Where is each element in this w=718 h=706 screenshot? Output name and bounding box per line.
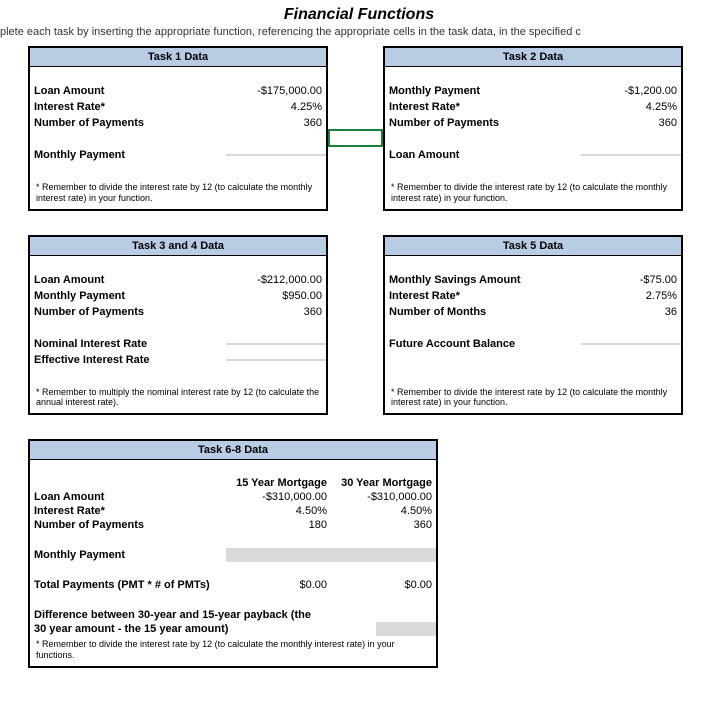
task34-loan-label: Loan Amount xyxy=(30,273,226,287)
row-pair-1: Task 1 Data Loan Amount -$175,000.00 Int… xyxy=(28,46,718,211)
task2-numpay-label: Number of Payments xyxy=(385,116,581,130)
task1-result-label: Monthly Payment xyxy=(30,148,226,162)
task1-box: Task 1 Data Loan Amount -$175,000.00 Int… xyxy=(28,46,328,211)
task68-totalpay-c1[interactable]: $0.00 xyxy=(226,578,331,592)
task68-loan-label: Loan Amount xyxy=(30,490,226,504)
task2-header: Task 2 Data xyxy=(385,48,681,67)
task5-interest-label: Interest Rate* xyxy=(385,289,581,303)
task34-header: Task 3 and 4 Data xyxy=(30,237,326,256)
task1-footnote: * Remember to divide the interest rate b… xyxy=(30,179,326,209)
task34-footnote: * Remember to multiply the nominal inter… xyxy=(30,384,326,414)
task34-numpay-value[interactable]: 360 xyxy=(226,305,326,319)
task68-box: Task 6-8 Data 15 Year Mortgage 30 Year M… xyxy=(28,439,438,668)
task1-numpay-value[interactable]: 360 xyxy=(226,116,326,130)
task2-footnote: * Remember to divide the interest rate b… xyxy=(385,179,681,209)
task68-diff-label-2: 30 year amount - the 15 year amount) xyxy=(30,622,376,636)
task1-numpay-label: Number of Payments xyxy=(30,116,226,130)
task68-loan-c2[interactable]: -$310,000.00 xyxy=(331,490,436,504)
row-pair-2: Task 3 and 4 Data Loan Amount -$212,000.… xyxy=(28,235,718,416)
task68-numpay-c1[interactable]: 180 xyxy=(226,518,331,532)
row-pair-3: Task 6-8 Data 15 Year Mortgage 30 Year M… xyxy=(28,439,718,668)
task68-interest-label: Interest Rate* xyxy=(30,504,226,518)
task34-effective-cell[interactable] xyxy=(226,359,326,361)
task68-loan-c1[interactable]: -$310,000.00 xyxy=(226,490,331,504)
task34-box: Task 3 and 4 Data Loan Amount -$212,000.… xyxy=(28,235,328,416)
task5-months-value[interactable]: 36 xyxy=(581,305,681,319)
task5-result-label: Future Account Balance xyxy=(385,337,581,351)
task68-numpay-c2[interactable]: 360 xyxy=(331,518,436,532)
task68-interest-c2[interactable]: 4.50% xyxy=(331,504,436,518)
task68-diff-label-1: Difference between 30-year and 15-year p… xyxy=(30,608,436,622)
task5-header: Task 5 Data xyxy=(385,237,681,256)
task1-loan-label: Loan Amount xyxy=(30,84,226,98)
task34-numpay-label: Number of Payments xyxy=(30,305,226,319)
task34-effective-label: Effective Interest Rate xyxy=(30,353,226,367)
task68-diff-cell[interactable] xyxy=(376,622,436,636)
task1-interest-value[interactable]: 4.25% xyxy=(226,100,326,114)
task5-interest-value[interactable]: 2.75% xyxy=(581,289,681,303)
task34-monthlypay-value[interactable]: $950.00 xyxy=(226,289,326,303)
task5-savings-value[interactable]: -$75.00 xyxy=(581,273,681,287)
task1-result-cell[interactable] xyxy=(226,154,326,156)
task5-savings-label: Monthly Savings Amount xyxy=(385,273,581,287)
task2-monthlypay-value[interactable]: -$1,200.00 xyxy=(581,84,681,98)
task68-col2-head: 30 Year Mortgage xyxy=(331,476,436,490)
task34-nominal-cell[interactable] xyxy=(226,343,326,345)
task2-monthlypay-label: Monthly Payment xyxy=(385,84,581,98)
task34-loan-value[interactable]: -$212,000.00 xyxy=(226,273,326,287)
task68-blank-label xyxy=(30,476,226,490)
task68-numpay-label: Number of Payments xyxy=(30,518,226,532)
task2-numpay-value[interactable]: 360 xyxy=(581,116,681,130)
task68-interest-c1[interactable]: 4.50% xyxy=(226,504,331,518)
task5-result-cell[interactable] xyxy=(581,343,681,345)
task68-footnote: * Remember to divide the interest rate b… xyxy=(30,636,436,666)
task68-monthlypay-label: Monthly Payment xyxy=(30,548,226,562)
task2-box: Task 2 Data Monthly Payment -$1,200.00 I… xyxy=(383,46,683,211)
task2-interest-label: Interest Rate* xyxy=(385,100,581,114)
task68-header: Task 6-8 Data xyxy=(30,441,436,460)
task5-months-label: Number of Months xyxy=(385,305,581,319)
task1-loan-value[interactable]: -$175,000.00 xyxy=(226,84,326,98)
task34-nominal-label: Nominal Interest Rate xyxy=(30,337,226,351)
worksheet: Financial Functions plete each task by i… xyxy=(0,0,718,668)
task68-monthlypay-c2[interactable] xyxy=(331,548,436,562)
task1-interest-label: Interest Rate* xyxy=(30,100,226,114)
task2-interest-value[interactable]: 4.25% xyxy=(581,100,681,114)
task34-monthlypay-label: Monthly Payment xyxy=(30,289,226,303)
page-title: Financial Functions xyxy=(0,0,718,26)
task68-col1-head: 15 Year Mortgage xyxy=(226,476,331,490)
task5-footnote: * Remember to divide the interest rate b… xyxy=(385,384,681,414)
task2-result-label: Loan Amount xyxy=(385,148,581,162)
task2-result-cell[interactable] xyxy=(581,154,681,156)
instruction-text: plete each task by inserting the appropr… xyxy=(0,26,718,46)
task1-header: Task 1 Data xyxy=(30,48,326,67)
task68-totalpay-label: Total Payments (PMT * # of PMTs) xyxy=(30,578,226,592)
task68-monthlypay-c1[interactable] xyxy=(226,548,331,562)
task68-totalpay-c2[interactable]: $0.00 xyxy=(331,578,436,592)
task5-box: Task 5 Data Monthly Savings Amount -$75.… xyxy=(383,235,683,416)
